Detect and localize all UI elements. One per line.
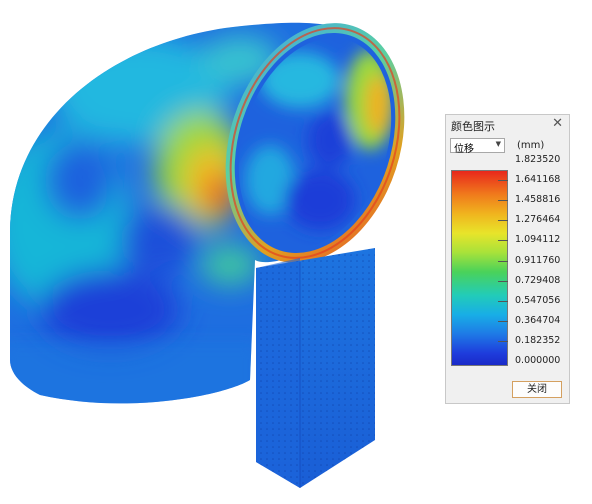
scale-tick: [498, 240, 508, 242]
scale-label: 0.364704: [515, 314, 561, 326]
legend-title: 颜色图示: [451, 120, 495, 133]
chevron-down-icon: ▼: [495, 140, 501, 148]
scale-label: 1.823520: [515, 154, 561, 165]
scale-tick: [498, 280, 508, 282]
close-icon[interactable]: ✕: [552, 116, 563, 131]
scale-label: 0.182352: [515, 334, 561, 346]
scale-label: 0.547056: [515, 294, 561, 306]
scale-label: 1.458816: [515, 194, 561, 206]
color-legend-panel: 颜色图示 ✕ 位移 ▼ (mm) 1.823520 1.641168 1.45881…: [445, 114, 570, 404]
scale-label: 1.641168: [515, 174, 561, 186]
scale-label: 1.276464: [515, 214, 561, 226]
quantity-select-value: 位移: [454, 144, 474, 155]
support-post: [256, 248, 375, 488]
legend-titlebar: 颜色图示 ✕: [446, 115, 569, 133]
scale-tick: [498, 200, 508, 202]
close-button[interactable]: 关闭: [512, 381, 562, 398]
scale-tick: [498, 300, 508, 302]
unit-label: (mm): [517, 140, 545, 151]
scale-tick: [498, 260, 508, 262]
scale-tick: [498, 220, 508, 222]
scale-tick: [498, 180, 508, 182]
quantity-select[interactable]: 位移 ▼: [450, 138, 505, 155]
scale-label: 0.000000: [515, 355, 561, 366]
scale-label: 0.911760: [515, 254, 561, 266]
scale-label: 1.094112: [515, 234, 561, 246]
scale-tick: [498, 320, 508, 322]
scale-tick: [498, 340, 508, 342]
scale-label: 0.729408: [515, 274, 561, 286]
